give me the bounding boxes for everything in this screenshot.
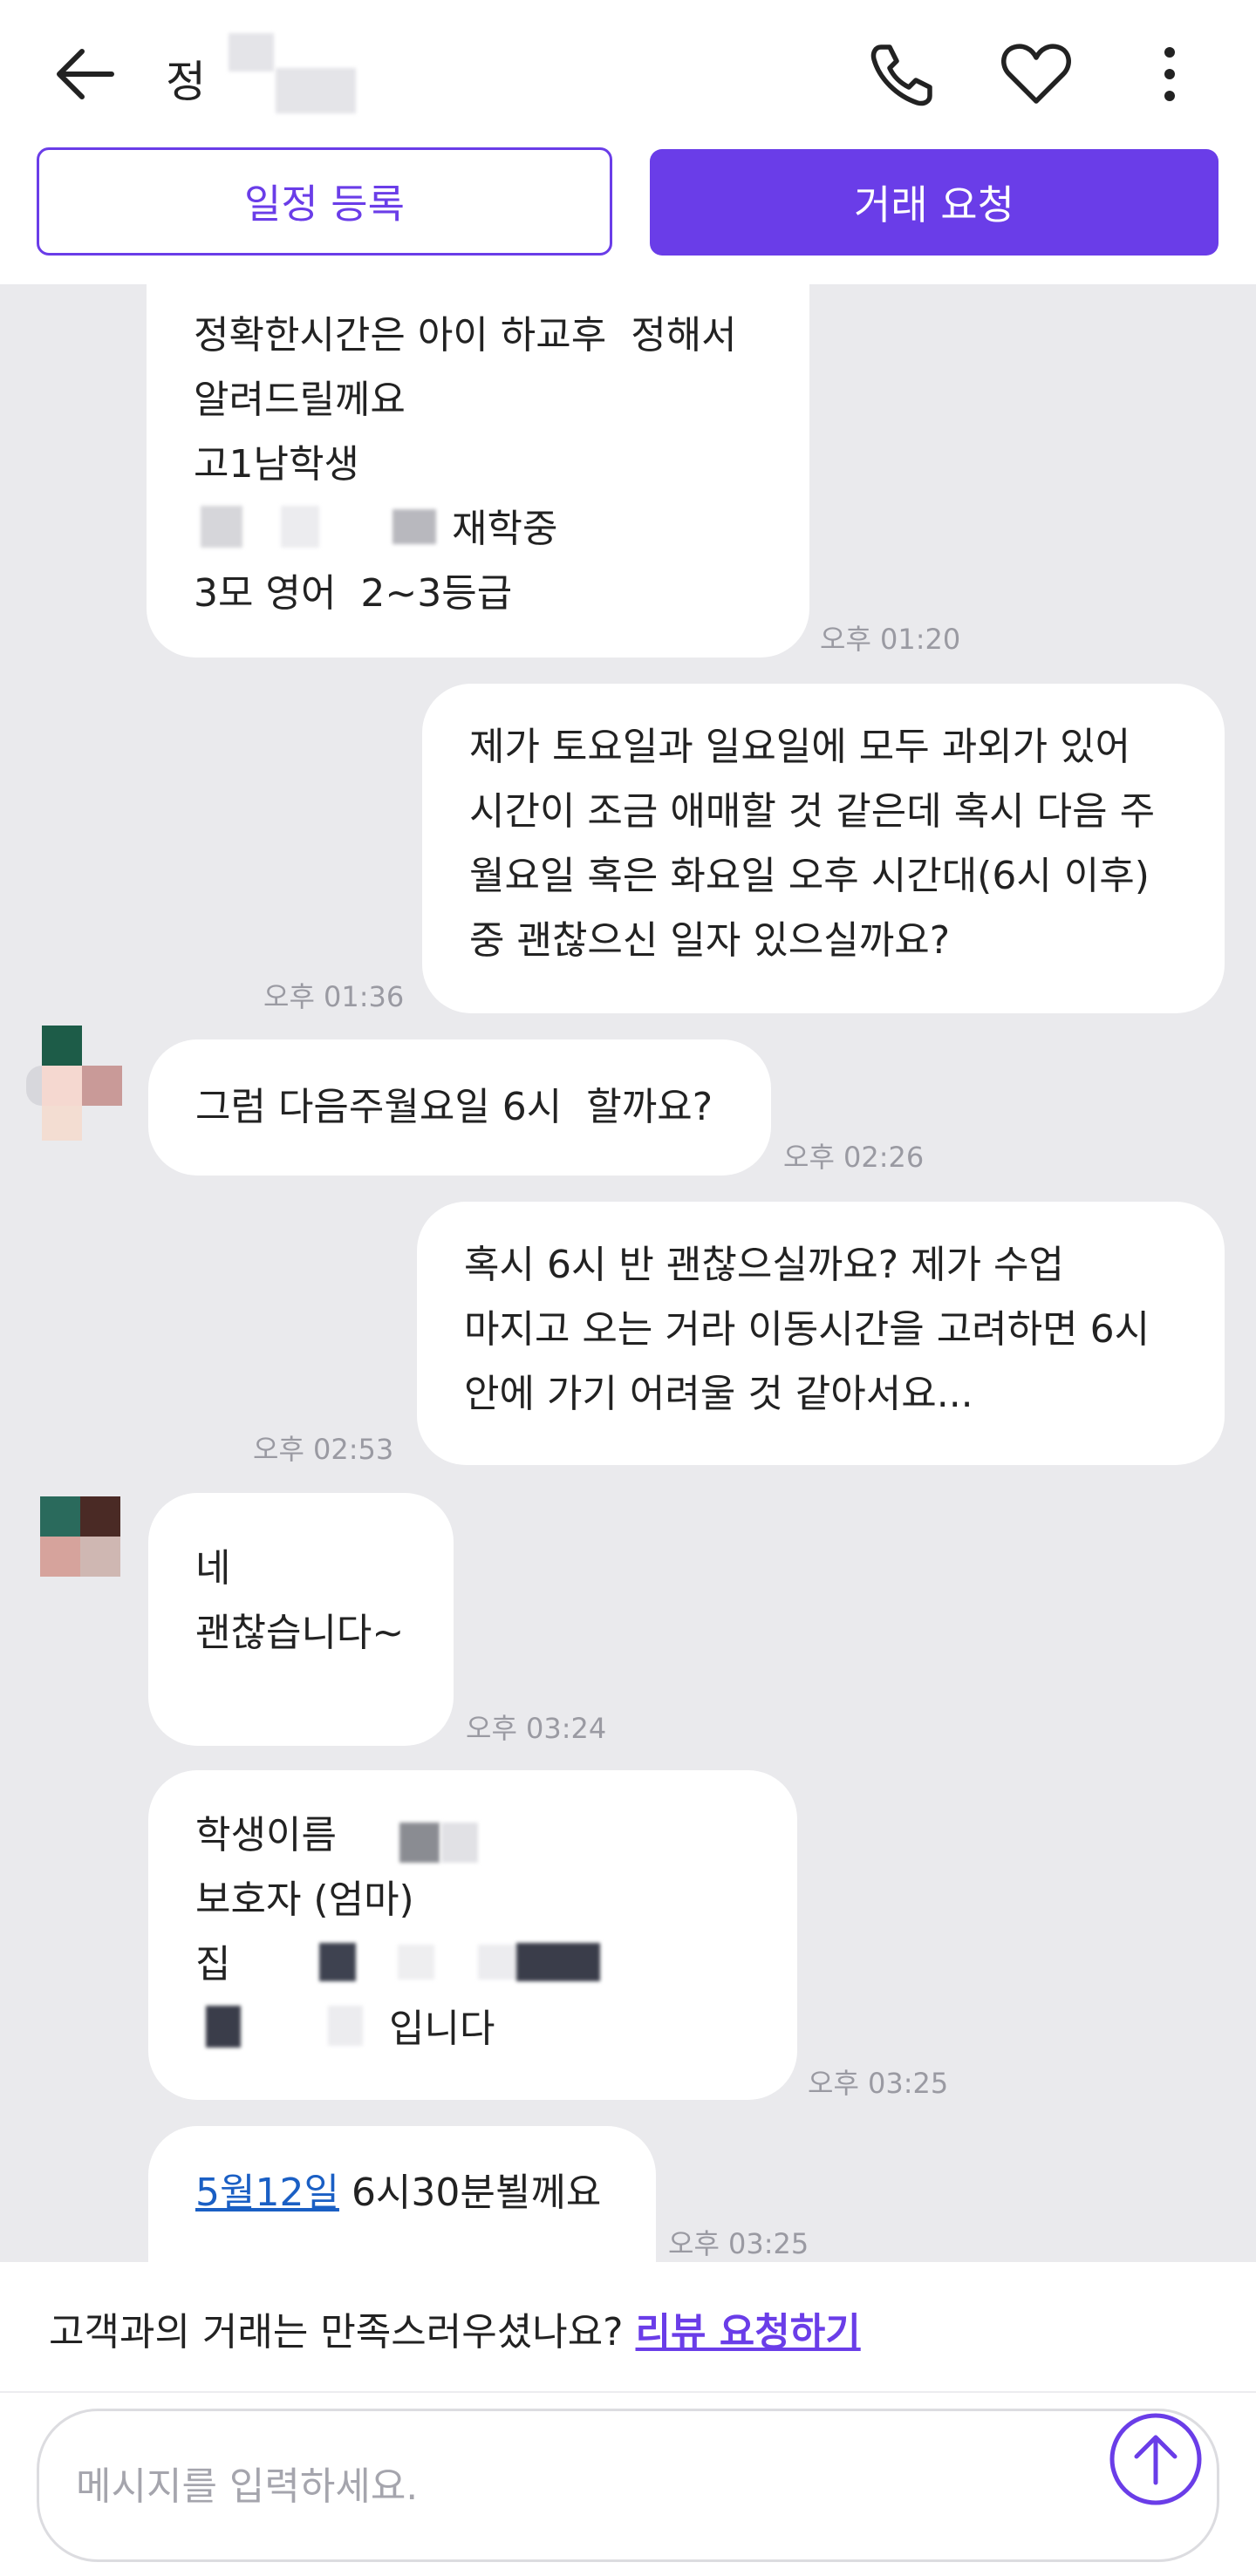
message-timestamp: 오후 03:25 [668,2227,809,2260]
more-vertical-icon[interactable] [1130,35,1209,113]
message-line: 마지고 오는 거라 이동시간을 고려하면 6시 [464,1307,1150,1352]
chat-header: 정 일정 등록 거래 요청 [0,0,1256,284]
review-prompt: 고객과의 거래는 만족스러우셨나요? 리뷰 요청하기 [49,2300,861,2356]
message-line: 월요일 혹은 화요일 오후 시간대(6시 이후) [469,854,1150,898]
redacted-text [328,2006,363,2046]
redacted-text [281,506,319,548]
message-line: 3모 영어 2~3등급 [194,571,513,616]
review-prompt-bar: 고객과의 거래는 만족스러우셨나요? 리뷰 요청하기 [0,2262,1256,2393]
contact-name: 정 [166,57,206,107]
redacted-text [319,1943,356,1981]
message-timestamp: 오후 01:36 [263,980,405,1013]
message-timestamp: 오후 02:53 [253,1433,394,1466]
message-line: 5월12일 6시30분뵐께요 [195,2161,609,2225]
message-timestamp: 오후 03:25 [808,2067,949,2100]
message-line: 알려드릴께요 [194,378,406,422]
message-timestamp: 오후 01:20 [820,623,961,656]
redacted-text [392,509,436,544]
message-composer [0,2393,1256,2576]
redacted-text [399,1823,440,1863]
message-line: 입니다 [389,2007,495,2051]
message-line: 혹시 6시 반 괜찮으실까요? 제가 수업 [464,1243,1064,1287]
message-text: 6시30분뵐께요 [338,2171,602,2215]
message-line: 안에 가기 어려울 것 같아서요... [464,1372,973,1416]
avatar [40,1496,136,1592]
message-bubble-received: 네 괜찮습니다~ [148,1493,454,1746]
heart-icon[interactable] [997,35,1075,113]
message-bubble-received: 학생이름 보호자 (엄마) 집 입니다 [148,1770,797,2100]
message-line: 재학중 [452,507,558,551]
message-bubble-received: 정확한시간은 아이 하교후 정해서 알려드릴께요 고1남학생 재학중 3모 영어… [147,262,809,658]
schedule-register-button[interactable]: 일정 등록 [37,147,612,256]
message-line: 그럼 다음주월요일 6시 할까요? [195,1085,713,1129]
send-arrow-icon[interactable] [1108,2411,1204,2507]
review-request-link[interactable]: 리뷰 요청하기 [636,2310,861,2355]
redacted-text [441,1823,478,1863]
message-line: 정확한시간은 아이 하교후 정해서 [194,313,737,358]
message-input-container [37,2409,1219,2562]
phone-icon[interactable] [864,35,942,113]
date-link[interactable]: 5월12일 [195,2171,339,2215]
redacted-text [398,1945,434,1980]
message-line: 보호자 (엄마) [195,1877,414,1922]
message-line: 중 괜찮으신 일자 있으실까요? [469,918,951,963]
message-timestamp: 오후 02:26 [783,1141,925,1174]
avatar [26,1026,122,1141]
message-line: 집 [195,1942,231,1987]
trade-request-button[interactable]: 거래 요청 [650,149,1218,256]
message-bubble-received: 5월12일 6시30분뵐께요 [148,2126,656,2262]
message-bubble-sent: 혹시 6시 반 괜찮으실까요? 제가 수업 마지고 오는 거라 이동시간을 고려… [417,1202,1225,1465]
message-line: 네 [195,1546,231,1591]
back-arrow-icon[interactable] [51,39,120,109]
message-input[interactable] [74,2446,1037,2526]
message-bubble-sent: 제가 토요일과 일요일에 모두 과외가 있어 시간이 조금 애매할 것 같은데 … [422,684,1225,1013]
review-question: 고객과의 거래는 만족스러우셨나요? [49,2310,636,2355]
redacted-name [229,33,274,72]
message-line: 시간이 조금 애매할 것 같은데 혹시 다음 주 [469,789,1156,834]
message-line: 괜찮습니다~ [195,1611,405,1655]
redacted-name [276,68,356,113]
message-bubble-received: 그럼 다음주월요일 6시 할까요? [148,1039,771,1176]
redacted-text [516,1943,600,1981]
message-line: 고1남학생 [194,442,359,487]
redacted-text [201,506,242,548]
redacted-text [206,2006,241,2048]
message-line: 제가 토요일과 일요일에 모두 과외가 있어 [469,725,1131,769]
message-timestamp: 오후 03:24 [466,1712,607,1745]
redacted-text [478,1945,516,1980]
